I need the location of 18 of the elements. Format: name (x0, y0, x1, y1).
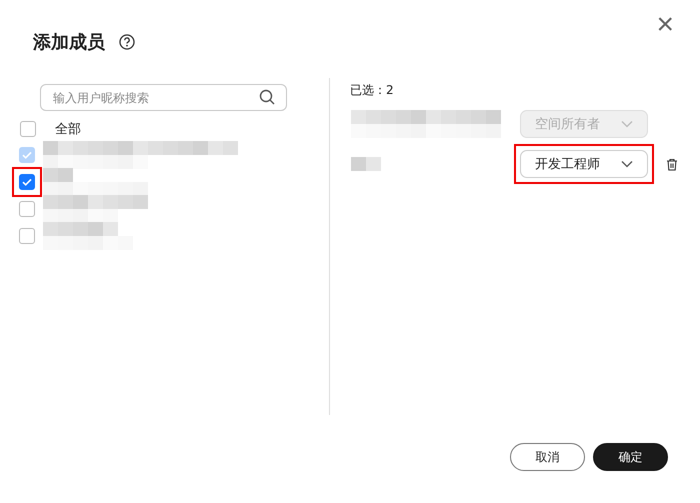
selected-count: 已选：2 (350, 82, 395, 99)
checkbox[interactable] (19, 200, 35, 216)
dialog-title: 添加成员 (33, 31, 105, 54)
help-icon[interactable] (119, 34, 135, 50)
search-icon[interactable] (259, 89, 275, 105)
chevron-down-icon (621, 160, 633, 168)
confirm-button[interactable]: 确定 (593, 443, 668, 471)
chevron-down-icon (621, 120, 633, 128)
checkbox[interactable] (19, 228, 35, 244)
delete-icon[interactable] (666, 158, 678, 170)
search-field[interactable]: 输入用户昵称搜索 (40, 84, 287, 111)
checkbox-label: 全部 (55, 121, 81, 138)
role-dropdown[interactable]: 开发工程师 (520, 150, 648, 178)
checkbox[interactable] (20, 121, 36, 137)
close-button[interactable]: × (652, 10, 678, 40)
checkbox[interactable] (19, 174, 35, 190)
pixelated-name (351, 157, 381, 171)
cancel-button[interactable]: 取消 (510, 443, 585, 471)
